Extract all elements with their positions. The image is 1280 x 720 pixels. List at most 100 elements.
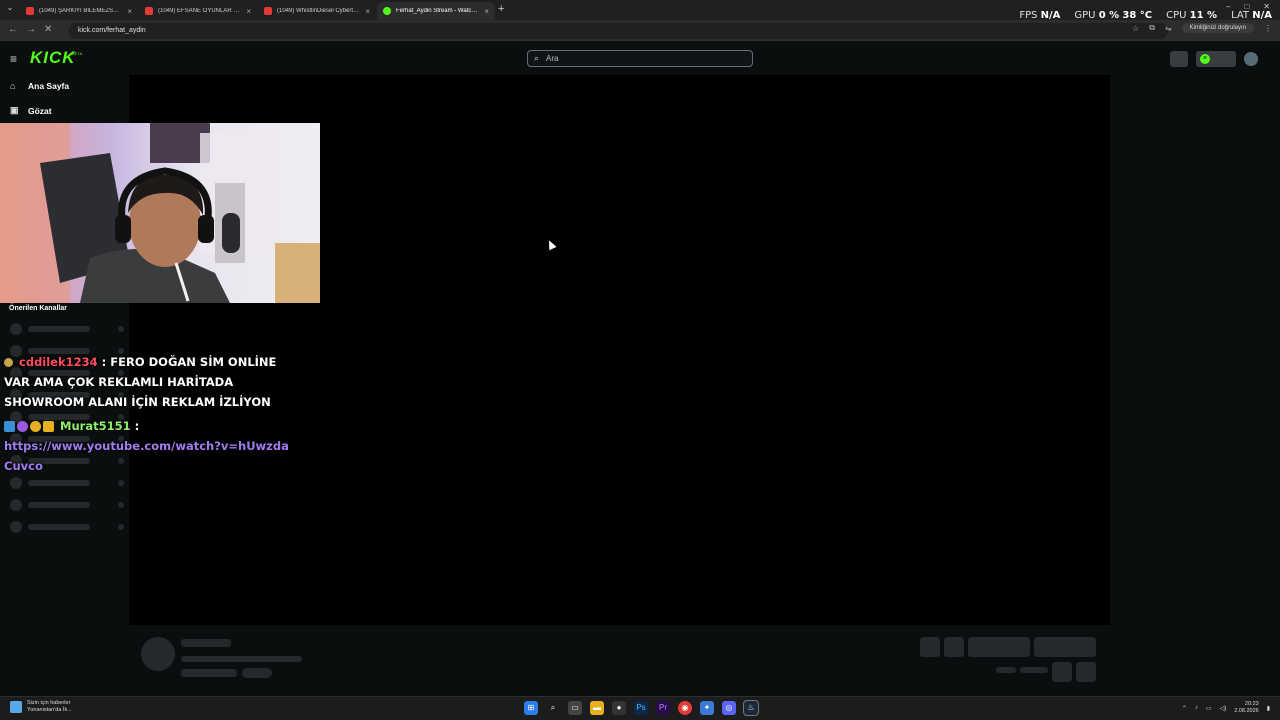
chat-username[interactable]: Murat5151 [60, 419, 131, 433]
browser-tab[interactable]: (1049) WhistlinDiesel Cybertruc × [258, 2, 376, 20]
channel-skeleton [10, 477, 124, 489]
microphone-icon[interactable]: ♪ [1195, 705, 1198, 711]
url-field[interactable]: kick.com/ferhat_aydin [68, 23, 1168, 39]
sidebar-item-home[interactable]: ⌂ Ana Sayfa [10, 81, 69, 91]
sidebar-item-label: Gözat [28, 105, 52, 116]
streamer-avatar-skeleton [141, 637, 175, 671]
profile-button[interactable]: Kimliğinizi doğrulayın [1181, 23, 1254, 33]
text-skeleton [1020, 667, 1048, 673]
button-skeleton [1052, 662, 1072, 682]
text-skeleton [996, 667, 1016, 673]
close-icon[interactable]: × [365, 7, 370, 16]
task-view-icon[interactable]: ▭ [568, 701, 582, 715]
button-skeleton [1076, 662, 1096, 682]
clock-date: 2.08.2026 [1234, 708, 1259, 714]
network-icon[interactable]: ▭ [1206, 705, 1212, 712]
stop-loading-button[interactable]: ✕ [44, 24, 52, 35]
obs-icon[interactable]: ● [612, 701, 626, 715]
header-actions: × [1170, 51, 1258, 67]
channel-skeleton [10, 521, 124, 533]
beta-badge: BETA [72, 51, 83, 56]
search-input[interactable]: ⌕ Ara [527, 50, 753, 67]
close-icon[interactable]: × [484, 7, 489, 16]
address-bar-actions: ☆ ⧉ ⇋ Kimliğinizi doğrulayın ⋮ [1132, 23, 1272, 33]
button-skeleton [920, 637, 940, 657]
photoshop-icon[interactable]: Ps [634, 701, 648, 715]
browser-tab-active[interactable]: Ferhat_Aydin Stream - Watch L × [377, 2, 495, 20]
channel-skeleton [10, 323, 124, 335]
news-widget[interactable]: Sizin için haberler Yunanistan'da İk... [10, 700, 72, 714]
premiere-icon[interactable]: Pr [656, 701, 670, 715]
kick-header: ≡ KICK BETA ⌕ Ara × [0, 43, 1280, 75]
cast-icon[interactable]: ⇋ [1165, 24, 1172, 33]
tab-title: (1049) EFSANE OYUNLAR SERİ [158, 8, 241, 14]
menu-icon[interactable]: ⋮ [1264, 24, 1272, 33]
file-explorer-icon[interactable]: ▬ [590, 701, 604, 715]
volume-icon[interactable]: ◁) [1220, 705, 1227, 712]
browser-tab[interactable]: (1049) EFSANE OYUNLAR SERİ × [139, 2, 257, 20]
header-action-placeholder[interactable] [1170, 51, 1188, 67]
tab-title: (1049) WhistlinDiesel Cybertruc [277, 8, 360, 14]
text-skeleton [181, 669, 237, 677]
bookmark-star-icon[interactable]: ☆ [1132, 24, 1139, 33]
clock-time: 20:23 [1244, 701, 1259, 707]
chat-panel-placeholder [1110, 75, 1280, 695]
chat-username[interactable]: cddilek1234 [19, 355, 98, 369]
app-icon[interactable]: ✦ [700, 701, 714, 715]
tab-title: (1049) ŞARKIYI BİLEMEZSEN DE [39, 8, 122, 14]
news-subtitle: Yunanistan'da İk... [27, 707, 72, 713]
home-icon: ⌂ [10, 81, 16, 91]
chat-message: cddilek1234 : FERO DOĞAN SİM ONLİNE VAR … [4, 352, 294, 412]
clock[interactable]: 20:23 2.08.2026 [1234, 701, 1258, 715]
user-avatar[interactable] [1244, 52, 1258, 66]
browse-icon: ▣ [10, 105, 19, 115]
tab-title: Ferhat_Aydin Stream - Watch L [396, 8, 479, 14]
close-icon[interactable]: × [127, 7, 132, 16]
button-skeleton [1034, 637, 1096, 657]
recommended-channels-title: Önerilen Kanallar [9, 305, 67, 312]
system-tray: ⌃ ♪ ▭ ◁) 20:23 2.08.2026 ▮ [1182, 701, 1270, 715]
text-skeleton [242, 668, 272, 678]
forward-button[interactable]: → [26, 24, 36, 35]
search-icon[interactable]: ⌕ [546, 701, 560, 715]
news-text: Sizin için haberler Yunanistan'da İk... [27, 700, 72, 714]
crown-badge-icon [43, 421, 54, 432]
kick-logo[interactable]: KICK [30, 48, 76, 68]
verified-badge-icon [4, 421, 15, 432]
chat-link[interactable]: https://www.youtube.com/watch?v=hUwzdaCu… [4, 439, 289, 473]
webcam-overlay [0, 123, 320, 303]
sidebar-item-browse[interactable]: ▣ Gözat [10, 105, 52, 116]
chrome-icon[interactable]: ◉ [678, 701, 692, 715]
news-title: Sizin için haberler [27, 700, 71, 706]
back-button[interactable]: ← [8, 24, 18, 35]
tab-search-button[interactable]: ⌄ [4, 3, 16, 15]
tray-overflow-icon[interactable]: ⌃ [1182, 705, 1187, 712]
close-icon[interactable]: × [246, 7, 251, 16]
text-skeleton [181, 656, 302, 662]
subscriber-badge-icon [4, 358, 13, 367]
notification-icon[interactable]: ▮ [1267, 705, 1270, 712]
discord-icon[interactable]: ◎ [722, 701, 736, 715]
taskbar: Sizin için haberler Yunanistan'da İk... … [0, 696, 1280, 720]
button-skeleton [968, 637, 1030, 657]
taskbar-apps: ⊞ ⌕ ▭ ▬ ● Ps Pr ◉ ✦ ◎ ♨ [524, 700, 759, 716]
chat-overlay: cddilek1234 : FERO DOĞAN SİM ONLİNE VAR … [4, 352, 294, 476]
weather-icon [10, 701, 22, 713]
gifter-badge-icon [30, 421, 41, 432]
address-bar-row: ← → ✕ kick.com/ferhat_aydin ☆ ⧉ ⇋ Kimliğ… [0, 20, 1280, 42]
button-skeleton [944, 637, 964, 657]
kick-icon [383, 7, 391, 15]
status-icon: × [1200, 54, 1210, 64]
text-skeleton [181, 639, 231, 647]
windows-start-icon[interactable]: ⊞ [524, 701, 538, 715]
hamburger-menu-icon[interactable]: ≡ [10, 52, 17, 66]
new-tab-button[interactable]: + [498, 3, 504, 15]
steam-icon[interactable]: ♨ [743, 700, 759, 716]
chat-separator: : [134, 419, 140, 433]
chat-message: Murat5151 : https://www.youtube.com/watc… [4, 416, 294, 476]
header-toggle-pill[interactable]: × [1196, 51, 1236, 67]
browser-tab[interactable]: (1049) ŞARKIYI BİLEMEZSEN DE × [20, 2, 138, 20]
search-icon: ⌕ [534, 53, 540, 63]
extensions-icon[interactable]: ⧉ [1149, 23, 1155, 33]
youtube-icon [264, 7, 272, 15]
